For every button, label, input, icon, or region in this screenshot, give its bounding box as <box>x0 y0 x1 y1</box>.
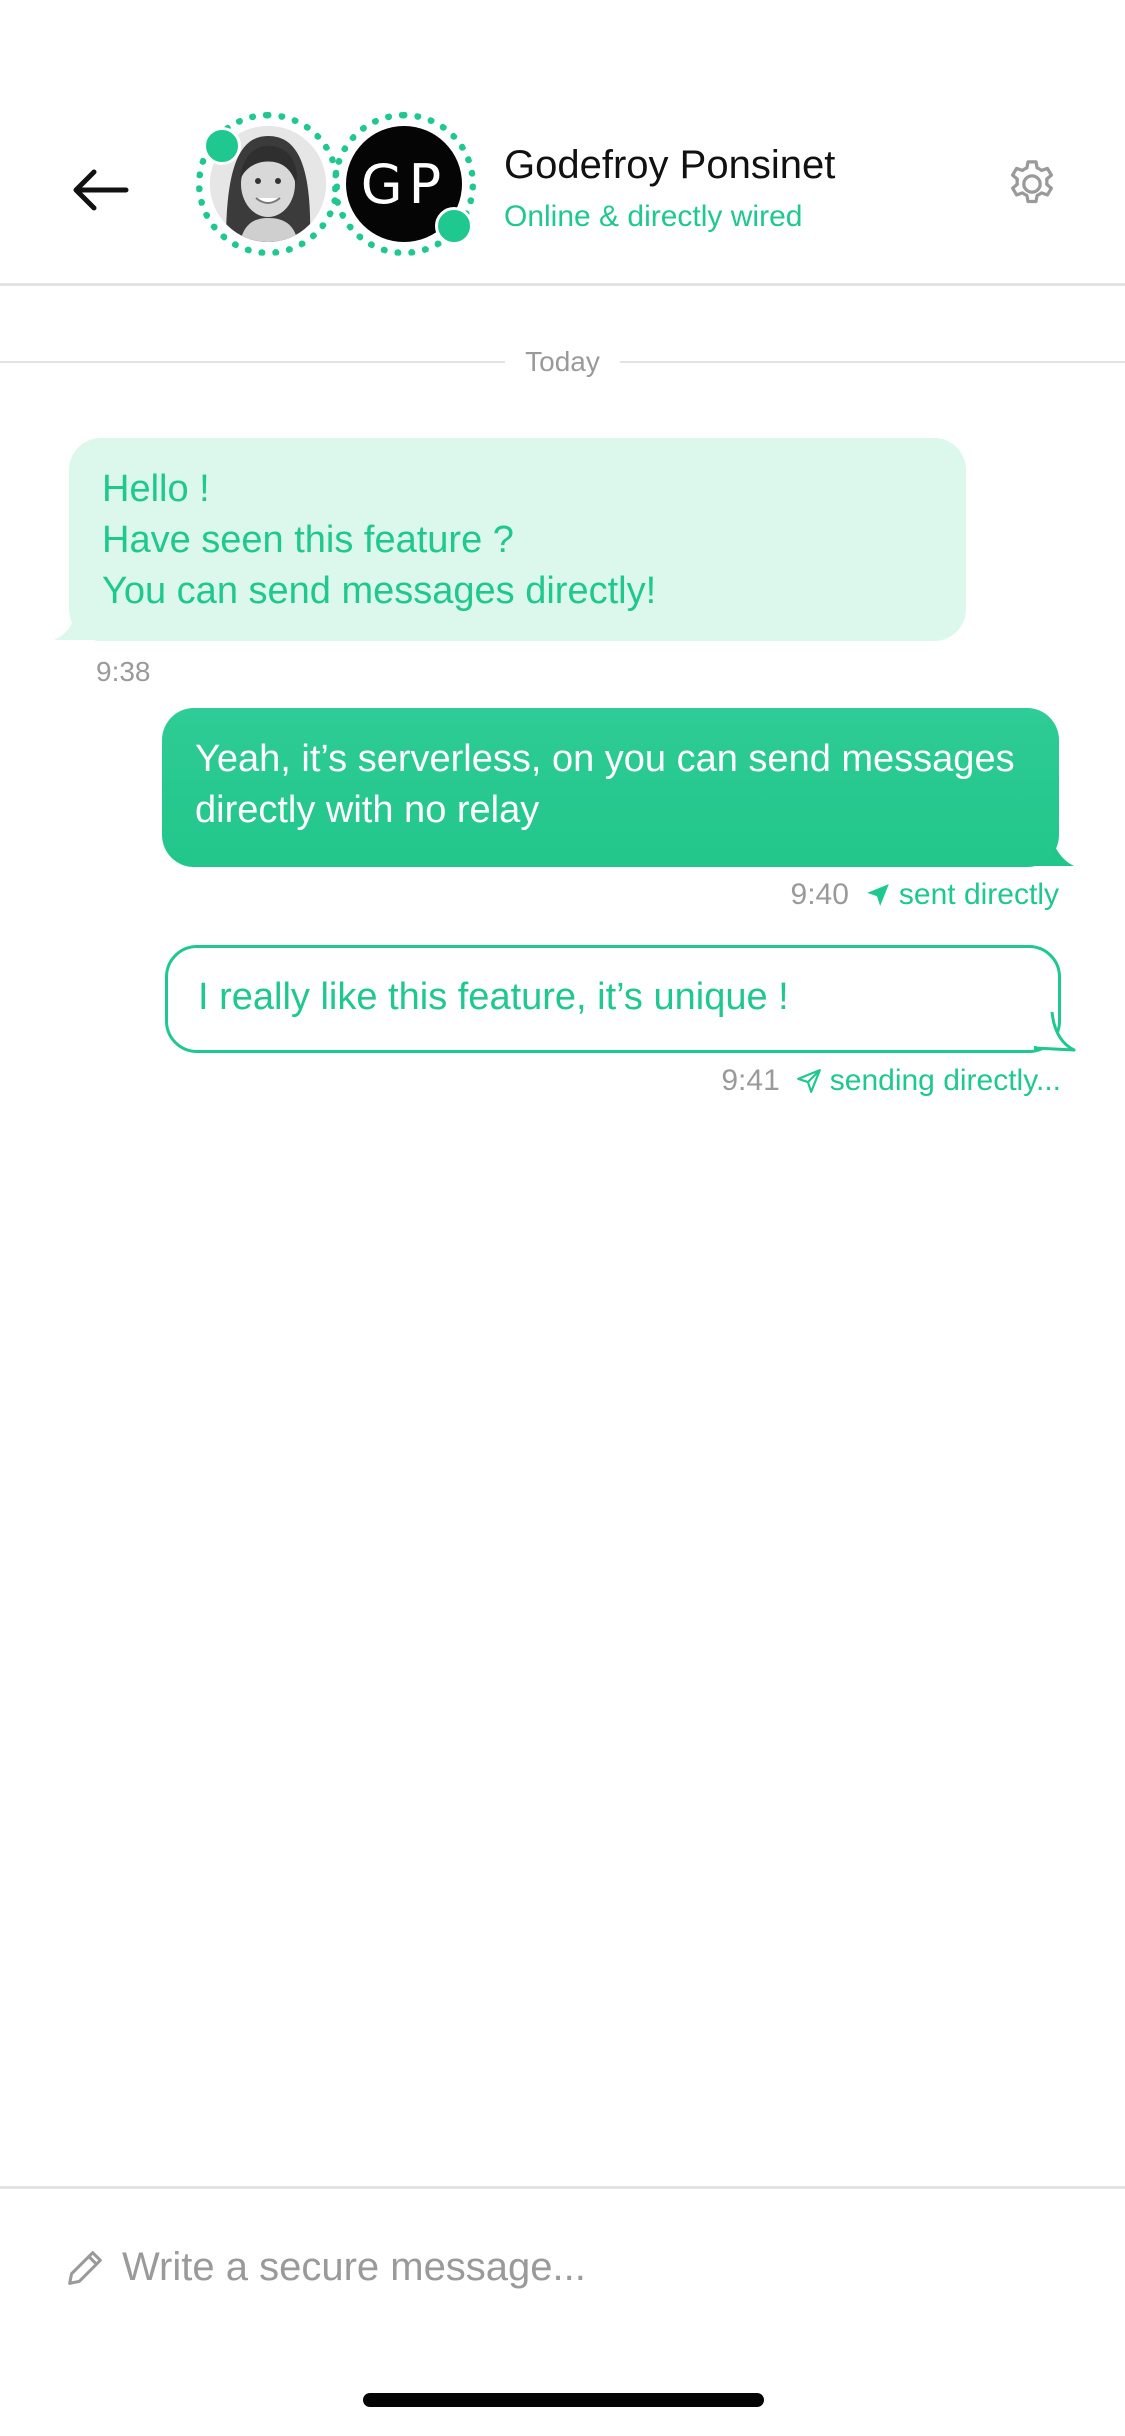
chat-header: GP Godefroy Ponsinet Online & directly w… <box>0 0 1125 286</box>
divider-line <box>0 361 506 363</box>
divider-line <box>619 361 1125 363</box>
arrow-left-icon <box>73 169 129 211</box>
settings-button[interactable] <box>1000 152 1064 216</box>
message-line: You can send messages directly! <box>102 570 657 612</box>
date-divider: Today <box>0 342 1125 382</box>
message-input[interactable] <box>122 2235 1022 2299</box>
outgoing-message-bubble[interactable]: Yeah, it’s serverless, on you can send m… <box>162 708 1059 867</box>
send-outline-icon <box>796 1069 821 1093</box>
home-indicator[interactable] <box>363 2393 764 2407</box>
incoming-message-bubble[interactable]: Hello ! Have seen this feature ? You can… <box>69 438 966 641</box>
contact-status: Online & directly wired <box>504 200 803 233</box>
message-meta: 9:40 sent directly <box>791 878 1059 912</box>
pencil-icon <box>68 2251 102 2285</box>
online-indicator <box>203 127 241 165</box>
delivery-status: sent directly <box>898 878 1059 911</box>
date-label: Today <box>525 346 600 377</box>
pending-message-bubble[interactable]: I really like this feature, it’s unique … <box>165 945 1061 1053</box>
message-line: Hello ! <box>102 468 210 510</box>
message-meta: 9:41 sending directly... <box>721 1064 1061 1098</box>
bubble-tail <box>1034 1012 1076 1052</box>
message-line: Have seen this feature ? <box>102 519 514 561</box>
message-time: 9:40 <box>790 878 849 911</box>
contact-initials-avatar[interactable]: GP <box>332 112 476 256</box>
chat-screen: GP Godefroy Ponsinet Online & directly w… <box>0 0 1125 2436</box>
contact-name[interactable]: Godefroy Ponsinet <box>504 143 835 188</box>
online-indicator <box>435 207 473 245</box>
contact-photo-avatar[interactable] <box>196 112 340 256</box>
message-time: 9:41 <box>721 1064 780 1097</box>
gear-icon <box>1011 160 1054 204</box>
message-time: 9:38 <box>96 656 151 687</box>
back-button[interactable] <box>60 150 140 230</box>
delivery-status: sending directly... <box>829 1064 1061 1097</box>
send-filled-icon <box>867 884 889 906</box>
